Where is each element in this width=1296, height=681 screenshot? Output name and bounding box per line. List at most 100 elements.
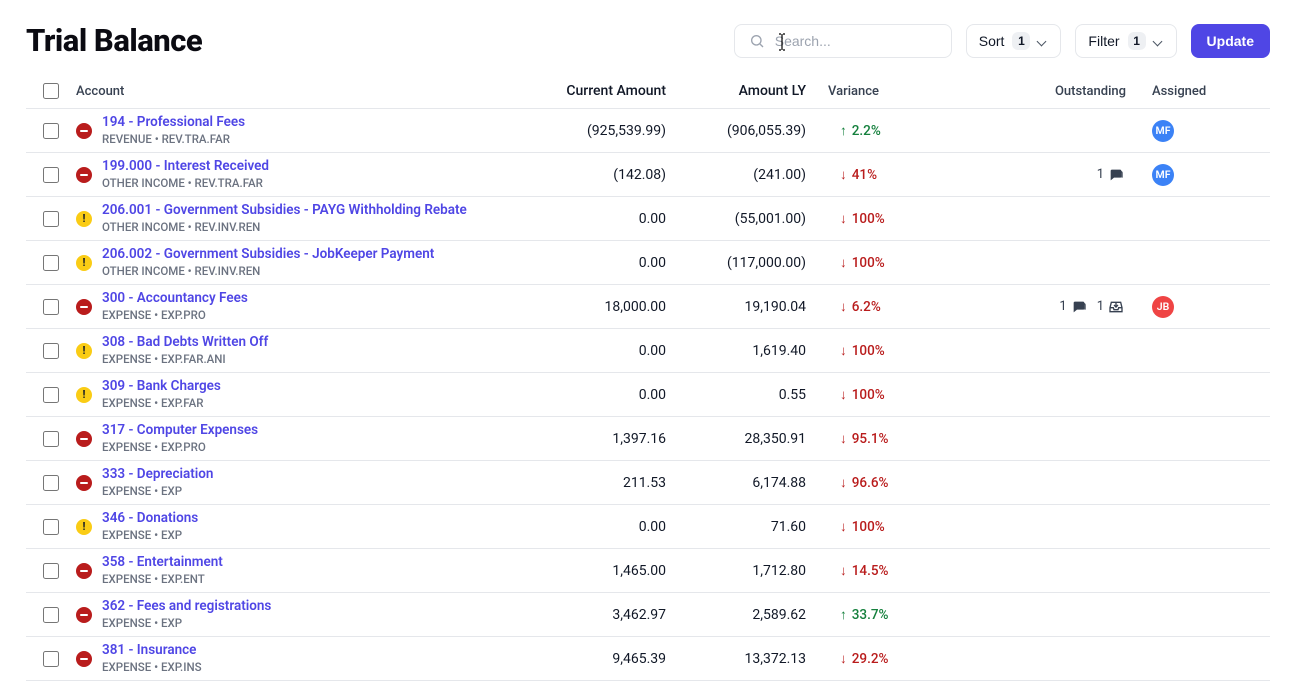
outstanding-comments[interactable]: 1 — [1059, 299, 1086, 315]
amount-ly: (55,001.00) — [676, 211, 816, 227]
sort-button[interactable]: Sort 1 — [966, 24, 1062, 58]
variance-value: 100% — [828, 255, 885, 271]
avatar[interactable]: MF — [1152, 164, 1174, 186]
row-checkbox[interactable] — [43, 431, 59, 447]
variance-value: 100% — [828, 211, 885, 227]
sort-count-badge: 1 — [1012, 32, 1030, 50]
status-dot-icon — [76, 519, 92, 535]
variance-pct: 2.2% — [852, 123, 881, 139]
current-amount: 3,462.97 — [516, 607, 676, 623]
status-dot-icon — [76, 255, 92, 271]
status-dot-icon — [76, 431, 92, 447]
table-row[interactable]: 199.000 - Interest ReceivedOTHER INCOME … — [26, 153, 1270, 197]
variance-pct: 29.2% — [852, 651, 889, 667]
current-amount: 0.00 — [516, 343, 676, 359]
col-account[interactable]: Account — [76, 84, 516, 99]
current-amount: 1,465.00 — [516, 563, 676, 579]
account-link[interactable]: 199.000 - Interest Received — [102, 158, 269, 175]
account-sub: EXPENSE • EXP.PRO — [102, 308, 248, 322]
account-link[interactable]: 362 - Fees and registrations — [102, 598, 271, 615]
search-input-wrap[interactable] — [734, 24, 952, 58]
row-checkbox[interactable] — [43, 519, 59, 535]
account-link[interactable]: 206.001 - Government Subsidies - PAYG Wi… — [102, 202, 467, 219]
col-ly[interactable]: Amount LY — [676, 83, 816, 99]
row-checkbox[interactable] — [43, 607, 59, 623]
table-row[interactable]: 206.002 - Government Subsidies - JobKeep… — [26, 241, 1270, 285]
table-row[interactable]: 358 - EntertainmentEXPENSE • EXP.ENT 1,46… — [26, 549, 1270, 593]
amount-ly: 71.60 — [676, 519, 816, 535]
avatar[interactable]: MF — [1152, 120, 1174, 142]
table-row[interactable]: 346 - DonationsEXPENSE • EXP0.0071.60100… — [26, 505, 1270, 549]
variance-pct: 6.2% — [852, 299, 881, 315]
account-sub: EXPENSE • EXP.ENT — [102, 572, 223, 586]
table-row[interactable]: 333 - DepreciationEXPENSE • EXP211.536,1… — [26, 461, 1270, 505]
account-link[interactable]: 346 - Donations — [102, 510, 198, 527]
row-checkbox[interactable] — [43, 299, 59, 315]
account-sub: EXPENSE • EXP.FAR.ANI — [102, 352, 268, 366]
amount-ly: 0.55 — [676, 387, 816, 403]
row-checkbox[interactable] — [43, 387, 59, 403]
variance-pct: 41% — [852, 167, 877, 183]
variance-arrow-icon — [840, 167, 847, 183]
account-link[interactable]: 309 - Bank Charges — [102, 378, 221, 395]
outstanding-tray[interactable]: 1 — [1097, 299, 1124, 315]
amount-ly: 19,190.04 — [676, 299, 816, 315]
account-link[interactable]: 194 - Professional Fees — [102, 114, 245, 131]
table-row[interactable]: 308 - Bad Debts Written OffEXPENSE • EXP… — [26, 329, 1270, 373]
row-checkbox[interactable] — [43, 475, 59, 491]
variance-pct: 14.5% — [852, 563, 889, 579]
col-assigned[interactable]: Assigned — [1146, 84, 1256, 99]
account-link[interactable]: 333 - Depreciation — [102, 466, 213, 483]
row-checkbox[interactable] — [43, 255, 59, 271]
row-checkbox[interactable] — [43, 211, 59, 227]
col-outstanding[interactable]: Outstanding — [946, 84, 1146, 99]
col-current[interactable]: Current Amount — [516, 83, 676, 99]
row-checkbox[interactable] — [43, 123, 59, 139]
filter-button[interactable]: Filter 1 — [1075, 24, 1176, 58]
table-row[interactable]: 309 - Bank ChargesEXPENSE • EXP.FAR0.000… — [26, 373, 1270, 417]
row-checkbox[interactable] — [43, 651, 59, 667]
current-amount: 0.00 — [516, 211, 676, 227]
current-amount: 9,465.39 — [516, 651, 676, 667]
account-link[interactable]: 381 - Insurance — [102, 642, 202, 659]
amount-ly: (241.00) — [676, 167, 816, 183]
page-header: Trial Balance Sort 1 Filter — [26, 22, 1270, 59]
page-title: Trial Balance — [26, 22, 202, 59]
search-input[interactable] — [775, 33, 937, 49]
status-dot-icon — [76, 651, 92, 667]
account-sub: OTHER INCOME • REV.TRA.FAR — [102, 176, 269, 190]
status-dot-icon — [76, 343, 92, 359]
account-sub: OTHER INCOME • REV.INV.REN — [102, 264, 434, 278]
table-row[interactable]: 362 - Fees and registrationsEXPENSE • EX… — [26, 593, 1270, 637]
variance-arrow-icon — [840, 255, 847, 271]
avatar[interactable]: JB — [1152, 296, 1174, 318]
account-link[interactable]: 358 - Entertainment — [102, 554, 223, 571]
amount-ly: 2,589.62 — [676, 607, 816, 623]
table-row[interactable]: 381 - InsuranceEXPENSE • EXP.INS9,465.39… — [26, 637, 1270, 681]
account-link[interactable]: 317 - Computer Expenses — [102, 422, 258, 439]
update-button[interactable]: Update — [1191, 24, 1270, 58]
current-amount: (925,539.99) — [516, 123, 676, 139]
row-checkbox[interactable] — [43, 563, 59, 579]
account-link[interactable]: 308 - Bad Debts Written Off — [102, 334, 268, 351]
table-row[interactable]: 317 - Computer ExpensesEXPENSE • EXP.PRO… — [26, 417, 1270, 461]
row-checkbox[interactable] — [43, 343, 59, 359]
variance-pct: 95.1% — [852, 431, 889, 447]
variance-value: 2.2% — [828, 123, 881, 139]
account-sub: EXPENSE • EXP.PRO — [102, 440, 258, 454]
table-row[interactable]: 206.001 - Government Subsidies - PAYG Wi… — [26, 197, 1270, 241]
status-dot-icon — [76, 563, 92, 579]
select-all-checkbox[interactable] — [43, 83, 59, 99]
outstanding-comments[interactable]: 1 — [1097, 167, 1124, 183]
account-link[interactable]: 300 - Accountancy Fees — [102, 290, 248, 307]
table-row[interactable]: 300 - Accountancy FeesEXPENSE • EXP.PRO 1… — [26, 285, 1270, 329]
row-checkbox[interactable] — [43, 167, 59, 183]
status-dot-icon — [76, 475, 92, 491]
col-variance[interactable]: Variance — [816, 84, 946, 99]
table-row[interactable]: 194 - Professional FeesREVENUE • REV.TRA… — [26, 109, 1270, 153]
status-dot-icon — [76, 167, 92, 183]
variance-value: 100% — [828, 387, 885, 403]
filter-label: Filter — [1088, 33, 1119, 49]
account-link[interactable]: 206.002 - Government Subsidies - JobKeep… — [102, 246, 434, 263]
assigned-cell: MF — [1146, 120, 1256, 142]
